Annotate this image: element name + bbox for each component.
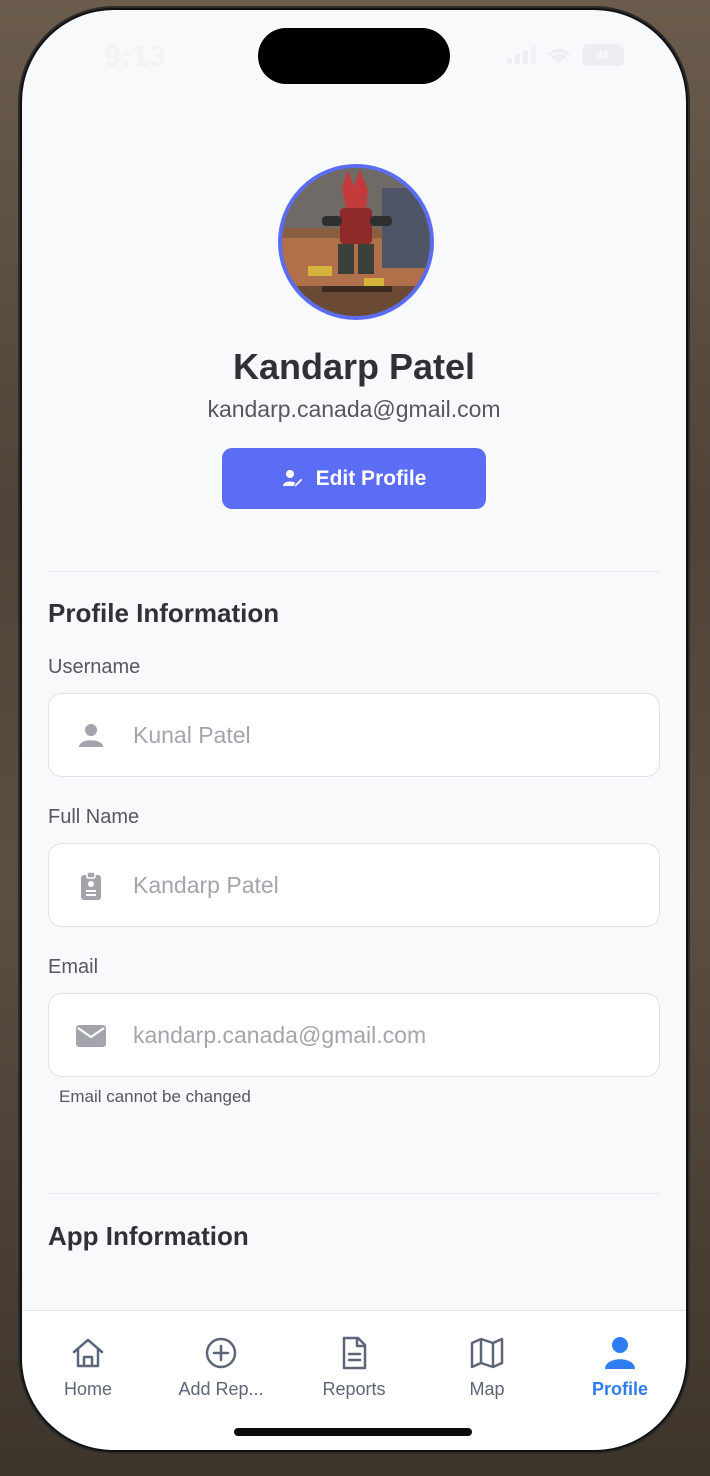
tab-home[interactable]: Home: [28, 1335, 148, 1400]
full-name-label: Full Name: [48, 806, 140, 828]
status-bar: 9:13 46: [22, 10, 686, 100]
full-name-field[interactable]: [48, 843, 660, 927]
tab-add-report[interactable]: Add Rep...: [161, 1335, 281, 1400]
profile-name: Kandarp Patel: [232, 346, 476, 387]
envelope-icon: [76, 1025, 106, 1047]
plus-circle-icon: [205, 1337, 237, 1369]
tab-map[interactable]: Map: [427, 1335, 547, 1400]
document-icon: [342, 1336, 367, 1370]
divider: [48, 571, 660, 572]
email-label: Email: [48, 956, 99, 978]
section-title-profile-information: Profile Information: [48, 598, 280, 628]
username-input[interactable]: [133, 694, 633, 776]
person-icon: [79, 724, 103, 747]
id-badge-icon: [81, 871, 101, 900]
edit-user-icon: [282, 469, 304, 489]
tab-reports[interactable]: Reports: [294, 1335, 414, 1400]
avatar-photo: [282, 168, 430, 316]
map-icon: [470, 1337, 504, 1369]
phone-screen: 9:13 46 Kandarp Patel kandarp.canada@gma…: [22, 10, 686, 1450]
section-title-app-information: App Information: [48, 1221, 249, 1251]
status-indicators: 46: [507, 44, 624, 66]
edit-profile-button[interactable]: Edit Profile: [222, 448, 486, 509]
tab-label: Map: [469, 1379, 505, 1399]
person-icon: [605, 1337, 635, 1369]
username-field[interactable]: [48, 693, 660, 777]
tab-profile[interactable]: Profile: [560, 1335, 680, 1400]
username-label: Username: [48, 656, 141, 678]
tab-label: Profile: [591, 1379, 648, 1399]
home-indicator: [234, 1428, 472, 1436]
email-field[interactable]: [48, 993, 660, 1077]
edit-profile-label: Edit Profile: [315, 466, 427, 490]
tab-label: Home: [63, 1379, 112, 1399]
wifi-icon: [548, 48, 570, 63]
divider: [48, 1193, 660, 1194]
full-name-input[interactable]: [133, 844, 633, 926]
home-icon: [72, 1338, 104, 1368]
battery-icon: 46: [582, 44, 624, 66]
tab-label: Reports: [322, 1379, 386, 1399]
profile-email: kandarp.canada@gmail.com: [207, 396, 501, 422]
email-input[interactable]: [133, 994, 633, 1076]
dynamic-island: [258, 28, 450, 84]
avatar[interactable]: [278, 164, 434, 320]
status-time: 9:13: [104, 40, 167, 73]
signal-icon: [507, 46, 536, 64]
tab-label: Add Rep...: [178, 1379, 264, 1399]
email-hint: Email cannot be changed: [59, 1087, 251, 1106]
